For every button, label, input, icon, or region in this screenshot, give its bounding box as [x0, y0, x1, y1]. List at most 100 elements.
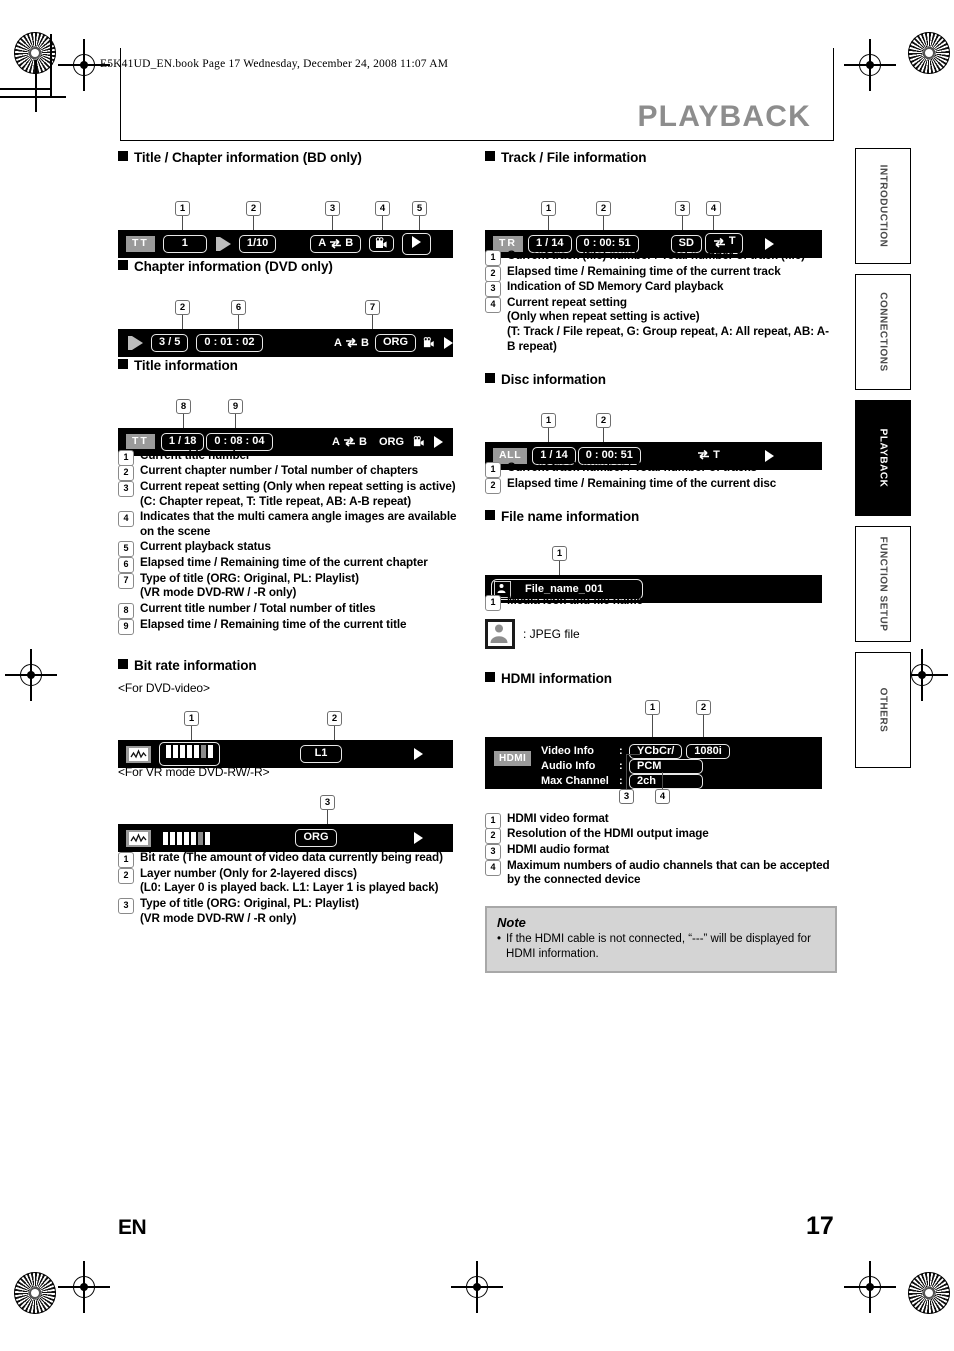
- chapter-tab-label: CONNECTIONS: [877, 292, 889, 372]
- description-number: 9: [118, 618, 134, 635]
- movie-camera-icon: [423, 336, 434, 347]
- chapter-tab-function-setup[interactable]: FUNCTION SETUP: [855, 526, 911, 642]
- callout-4-hdmi: 4: [655, 788, 670, 804]
- osd-panel-hdmi: HDMI Video Info : YCbCr/ 1080i Audio Inf…: [485, 736, 822, 789]
- description-item: 1 Current track number / Total number of …: [485, 461, 837, 479]
- note-text: If the HDMI cable is not connected, “---…: [506, 932, 811, 960]
- osd-angle-indicator: [369, 235, 395, 253]
- callout-7-leader: [372, 314, 374, 329]
- callout-3-hdmi: 3: [619, 788, 634, 804]
- play-icon: [444, 336, 453, 349]
- chapter-tab-others[interactable]: OTHERS: [855, 652, 911, 768]
- description-item: 7 Type of title (ORG: Original, PL: Playl…: [118, 572, 470, 601]
- play-icon: [412, 235, 422, 248]
- callout-3-hdmi-leader: [626, 753, 628, 789]
- footer-language: EN: [118, 1216, 147, 1239]
- registration-mark-bottom-left: [58, 1261, 110, 1313]
- callout-3-leader: [332, 215, 334, 230]
- description-number: 3: [118, 897, 134, 914]
- repeat-type-label: T: [728, 235, 736, 248]
- description-text: HDMI audio format: [507, 843, 610, 856]
- osd-badge-tt: TT: [126, 236, 155, 252]
- playback-status-icon: [128, 335, 143, 350]
- callout-1-disc: 1: [541, 413, 556, 429]
- right-column: Track / File information 1 2 3 4 TR 1 / …: [485, 150, 837, 973]
- osd-title-type-org: ORG: [378, 435, 404, 448]
- description-item: 3 HDMI audio format: [485, 843, 837, 860]
- description-item: 2 Resolution of the HDMI output image: [485, 827, 837, 845]
- playback-status-icon: [215, 236, 231, 251]
- osd-repeat-ab: A B: [332, 436, 367, 448]
- square-bullet-icon: [118, 151, 128, 161]
- callout-1: 1: [175, 200, 190, 216]
- callout-3: 3: [325, 200, 340, 216]
- osd-disc-wrap: 1 2 ALL 1 / 14 0 : 00: 51 T: [485, 395, 837, 471]
- description-text: Indicates that the multi camera angle im…: [140, 510, 457, 538]
- repeat-b-label: B: [360, 336, 369, 349]
- callout-2b: 2: [175, 299, 190, 315]
- hdmi-max-channel-label: Max Channel: [541, 775, 609, 788]
- description-number: 2: [118, 465, 134, 482]
- callout-2-disc: 2: [596, 413, 611, 429]
- description-text: Current title number: [140, 448, 251, 462]
- osd-bar-bitrate-vr: ORG: [118, 824, 453, 852]
- callout-6-leader: [238, 314, 240, 329]
- callout-1-bitrate: 1: [184, 711, 199, 726]
- callout-1-filename: 1: [552, 546, 567, 562]
- heading-track-file-information: Track / File information: [485, 150, 837, 167]
- registration-mark-top-right: [844, 39, 896, 91]
- description-number: 3: [485, 844, 501, 860]
- chapter-tab-connections[interactable]: CONNECTIONS: [855, 274, 911, 390]
- bit-rate-meter-bars: [163, 831, 210, 845]
- description-text: Elapsed time / Remaining time of the cur…: [507, 264, 781, 278]
- description-item: 1 Current title number: [118, 448, 470, 466]
- hdmi-video-format-value: YCbCr/: [629, 743, 683, 759]
- osd-hdmi-wrap: 1 2 HDMI Video Info : YCbCr/ 1080i Audio…: [485, 694, 837, 804]
- osd-title-number: 1: [162, 235, 207, 253]
- osd-repeat-ab: A B: [334, 337, 369, 349]
- callout-2b-leader: [182, 314, 184, 329]
- chapter-tab-playback[interactable]: PLAYBACK: [855, 400, 911, 516]
- movie-camera-icon: [413, 435, 424, 446]
- callout-3-hdmi-leader-h: [626, 753, 640, 756]
- callout-9-leader: [235, 413, 237, 428]
- osd-bitrate-vr-wrap: 3 ORG: [118, 781, 470, 852]
- crop-mark-left-vertical: [35, 60, 37, 112]
- filename-description-list: 1 Media icon and file name: [485, 594, 837, 612]
- description-item: 2 Current chapter number / Total number o…: [118, 464, 470, 482]
- play-icon: [434, 435, 443, 448]
- callout-2-hdmi: 2: [696, 699, 711, 715]
- description-text: Elapsed time / Remaining time of the cur…: [140, 617, 407, 631]
- description-number: 1: [118, 852, 134, 868]
- osd-title-type-org: ORG: [295, 829, 337, 847]
- repeat-a-label: A: [334, 336, 342, 349]
- play-icon: [414, 832, 423, 844]
- chapter-tab-introduction[interactable]: INTRODUCTION: [855, 148, 911, 264]
- hdmi-rows: Video Info : YCbCr/ 1080i Audio Info : P…: [541, 743, 730, 789]
- description-number: 1: [485, 249, 501, 266]
- description-number: 1: [485, 462, 501, 479]
- callout-8: 8: [176, 398, 191, 414]
- description-item: 1 HDMI video format: [485, 812, 837, 829]
- square-bullet-icon: [118, 659, 128, 670]
- callout-4-hdmi-leader: [662, 771, 664, 789]
- description-item: 2 Elapsed time / Remaining time of the cu…: [485, 477, 837, 494]
- description-number: 2: [118, 867, 134, 884]
- description-number: 4: [485, 859, 501, 876]
- description-item: 3 Indication of SD Memory Card playback: [485, 280, 837, 298]
- description-number: 3: [485, 281, 501, 298]
- description-item: 9 Elapsed time / Remaining time of the cu…: [118, 617, 470, 635]
- osd-chapter-wrap: 2 6 7 3 / 5 0 : 01 : 02 A B ORG: [118, 282, 470, 357]
- manual-page: E5K41UD_EN.book Page 17 Wednesday, Decem…: [0, 0, 954, 1351]
- callout-7: 7: [365, 299, 380, 315]
- description-item: 5 Current playback status: [118, 540, 470, 558]
- osd-title-wrap: 8 9 TT 1 / 18 0 : 08 : 04 A B ORG: [118, 381, 470, 456]
- callout-2-bitrate-leader: [334, 726, 336, 740]
- note-title: Note: [497, 914, 526, 930]
- square-bullet-icon: [118, 259, 128, 270]
- registration-mark-top-left: [58, 39, 110, 91]
- description-number: 2: [485, 477, 501, 494]
- registration-mark-bottom-right: [844, 1261, 896, 1313]
- description-number: 5: [118, 541, 134, 558]
- footer-page-number: 17: [806, 1212, 834, 1240]
